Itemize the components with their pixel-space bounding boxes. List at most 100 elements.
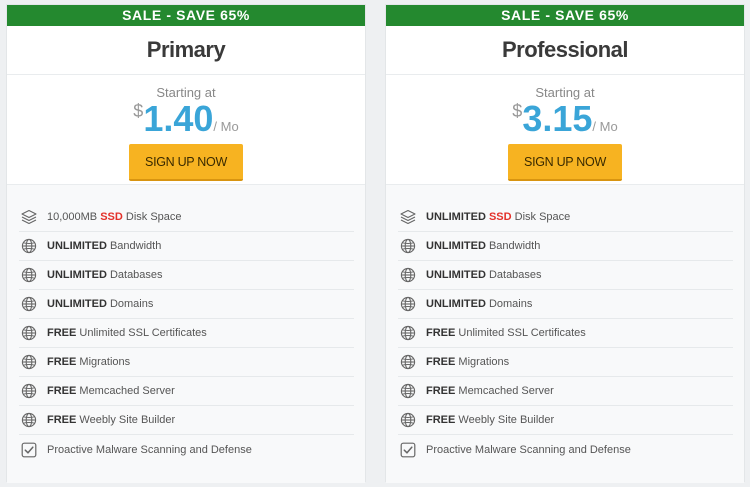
pricing-card-primary: SALE - SAVE 65% Primary Starting at $1.4… xyxy=(6,4,366,483)
feature-highlight: SSD xyxy=(488,211,512,223)
price-period: / Mo xyxy=(213,119,239,134)
feature-item: 10,000MB SSD Disk Space xyxy=(19,203,354,232)
feature-item: UNLIMITED Domains xyxy=(19,290,354,319)
feature-item: UNLIMITED Domains xyxy=(398,290,733,319)
feature-text: FREE Memcached Server xyxy=(47,385,175,397)
feature-text: FREE Migrations xyxy=(426,356,509,368)
feature-item: UNLIMITED SSD Disk Space xyxy=(398,203,733,232)
globe-icon xyxy=(21,325,37,341)
feature-text-part: Proactive Malware Scanning and Defense xyxy=(47,443,252,456)
feature-list: 10,000MB SSD Disk Space UNLIMITED Bandwid… xyxy=(7,185,365,483)
feature-text-part: Proactive Malware Scanning and Defense xyxy=(426,443,631,456)
feature-bold-text: FREE xyxy=(47,414,77,426)
pricing-card-professional: SALE - SAVE 65% Professional Starting at… xyxy=(385,4,745,483)
feature-bold-text: FREE xyxy=(426,414,456,426)
feature-item: FREE Migrations xyxy=(19,348,354,377)
feature-bold-text: UNLIMITED xyxy=(426,269,486,281)
plan-name: Primary xyxy=(7,26,365,75)
globe-icon xyxy=(21,412,37,428)
feature-text-part: Memcached Server xyxy=(455,385,554,397)
globe-icon xyxy=(400,412,416,428)
feature-text: UNLIMITED Databases xyxy=(47,269,163,281)
feature-text: Proactive Malware Scanning and Defense xyxy=(47,444,252,456)
feature-item: FREE Unlimited SSL Certificates xyxy=(398,319,733,348)
feature-text: UNLIMITED Domains xyxy=(47,298,153,310)
feature-item: FREE Memcached Server xyxy=(398,377,733,406)
feature-text: 10,000MB SSD Disk Space xyxy=(47,211,182,223)
sign-up-button[interactable]: SIGN UP NOW xyxy=(129,144,243,181)
pricing-section: Starting at $1.40/ Mo SIGN UP NOW xyxy=(7,75,365,185)
feature-bold-text: FREE xyxy=(47,385,77,397)
feature-item: FREE Migrations xyxy=(398,348,733,377)
feature-text: FREE Memcached Server xyxy=(426,385,554,397)
feature-text: FREE Migrations xyxy=(47,356,130,368)
globe-icon xyxy=(400,383,416,399)
feature-bold-text: FREE xyxy=(47,327,77,339)
feature-text: UNLIMITED Domains xyxy=(426,298,532,310)
feature-text: UNLIMITED Bandwidth xyxy=(426,240,540,252)
feature-text: FREE Weebly Site Builder xyxy=(47,414,175,426)
feature-bold-text: FREE xyxy=(426,356,456,368)
globe-icon xyxy=(400,296,416,312)
globe-icon xyxy=(21,296,37,312)
globe-icon xyxy=(21,267,37,283)
feature-text-part: Bandwidth xyxy=(106,240,162,252)
globe-icon xyxy=(400,325,416,341)
sale-banner: SALE - SAVE 65% xyxy=(386,5,744,26)
globe-icon xyxy=(21,354,37,370)
starting-at-label: Starting at xyxy=(535,85,595,100)
currency-symbol: $ xyxy=(512,101,523,121)
pricing-section: Starting at $3.15/ Mo SIGN UP NOW xyxy=(386,75,744,185)
feature-bold-text: UNLIMITED xyxy=(426,298,486,310)
layers-icon xyxy=(400,209,416,225)
globe-icon xyxy=(21,238,37,254)
price: $1.40/ Mo xyxy=(7,100,365,138)
sign-up-button[interactable]: SIGN UP NOW xyxy=(508,144,622,181)
feature-text-part: Databases xyxy=(485,269,542,281)
feature-list: UNLIMITED SSD Disk Space UNLIMITED Bandwi… xyxy=(386,185,744,483)
feature-text-part: Domains xyxy=(485,298,533,310)
feature-text: UNLIMITED Bandwidth xyxy=(47,240,161,252)
price-amount: 1.40 xyxy=(143,98,214,139)
sale-banner: SALE - SAVE 65% xyxy=(7,5,365,26)
checkbox-icon xyxy=(21,442,37,458)
feature-text-part: Migrations xyxy=(76,356,131,368)
currency-symbol: $ xyxy=(133,101,144,121)
feature-text-part: Databases xyxy=(106,269,163,281)
feature-text-part: Migrations xyxy=(455,356,510,368)
feature-text-part: Weebly Site Builder xyxy=(76,414,176,426)
feature-text-part: Memcached Server xyxy=(76,385,175,397)
feature-text-part: Weebly Site Builder xyxy=(455,414,555,426)
globe-icon xyxy=(21,383,37,399)
feature-item: Proactive Malware Scanning and Defense xyxy=(19,435,354,464)
globe-icon xyxy=(400,267,416,283)
feature-item: UNLIMITED Bandwidth xyxy=(398,232,733,261)
feature-bold-text: UNLIMITED xyxy=(426,240,486,252)
plan-name: Professional xyxy=(386,26,744,75)
feature-item: FREE Weebly Site Builder xyxy=(398,406,733,435)
feature-bold-text: UNLIMITED xyxy=(47,298,107,310)
globe-icon xyxy=(400,354,416,370)
price-period: / Mo xyxy=(592,119,618,134)
feature-item: FREE Memcached Server xyxy=(19,377,354,406)
feature-text: FREE Unlimited SSL Certificates xyxy=(47,327,207,339)
feature-bold-text: UNLIMITED xyxy=(47,240,107,252)
globe-icon xyxy=(400,238,416,254)
feature-bold-text: FREE xyxy=(426,385,456,397)
feature-item: FREE Weebly Site Builder xyxy=(19,406,354,435)
feature-item: FREE Unlimited SSL Certificates xyxy=(19,319,354,348)
feature-text-part: 10,000MB xyxy=(47,211,101,223)
feature-bold-text: FREE xyxy=(426,327,456,339)
feature-bold-text: UNLIMITED xyxy=(47,269,107,281)
feature-item: Proactive Malware Scanning and Defense xyxy=(398,435,733,464)
feature-text-part: Bandwidth xyxy=(485,240,541,252)
feature-bold-text: FREE xyxy=(47,356,77,368)
feature-text-part: Disk Space xyxy=(122,211,182,223)
feature-item: UNLIMITED Bandwidth xyxy=(19,232,354,261)
feature-text-part: Domains xyxy=(106,298,154,310)
layers-icon xyxy=(21,209,37,225)
feature-text-part: Disk Space xyxy=(511,211,571,223)
feature-highlight: SSD xyxy=(100,211,123,223)
feature-text: Proactive Malware Scanning and Defense xyxy=(426,444,631,456)
price: $3.15/ Mo xyxy=(386,100,744,138)
